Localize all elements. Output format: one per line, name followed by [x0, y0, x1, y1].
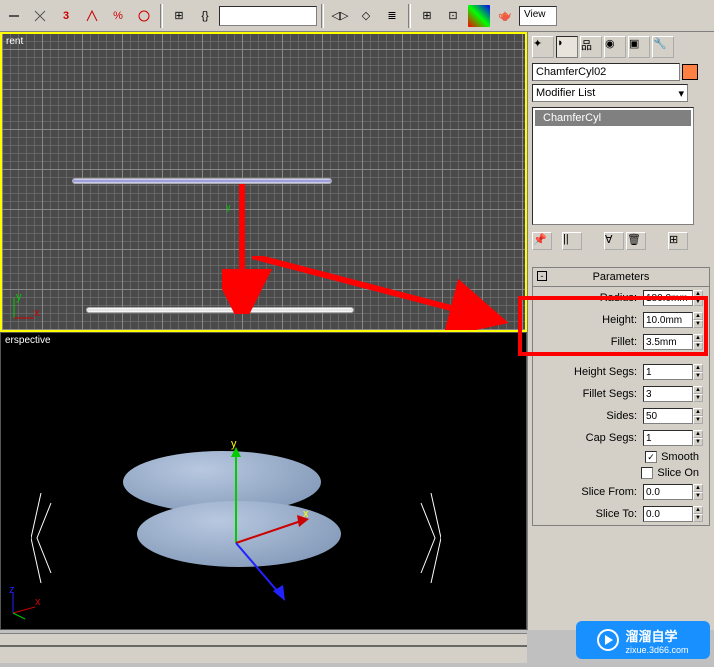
filletsegs-spinner[interactable]: ▲▼ — [693, 386, 703, 402]
radius-label: Radius: — [600, 292, 637, 304]
fillet-label: Fillet: — [611, 336, 637, 348]
command-panel: ✦ ◗ 品 ◉ ▣ 🔧 Modifier List ▾ ChamferCyl 📌 … — [527, 32, 714, 630]
modify-tab-icon[interactable]: ◗ — [556, 36, 578, 58]
utilities-tab-icon[interactable]: 🔧 — [652, 36, 674, 58]
separator — [321, 4, 324, 28]
modifier-list-dropdown[interactable]: Modifier List ▾ — [532, 84, 688, 102]
fillet-spinner[interactable]: ▲▼ — [693, 334, 703, 350]
svg-text:y: y — [231, 438, 237, 450]
heightsegs-spinner[interactable]: ▲▼ — [693, 364, 703, 380]
svg-text:x: x — [34, 307, 40, 319]
sliceto-spinner[interactable]: ▲▼ — [693, 506, 703, 522]
mirror-tool-icon[interactable]: ◁▷ — [328, 4, 352, 28]
separator — [408, 4, 411, 28]
sliceon-label: Slice On — [657, 467, 699, 479]
unlink-icon[interactable] — [28, 4, 52, 28]
named-sel-icon[interactable]: ⊞ — [167, 4, 191, 28]
collapse-icon[interactable]: - — [537, 271, 547, 281]
filletsegs-input[interactable] — [643, 386, 693, 402]
height-input[interactable] — [643, 312, 693, 328]
filletsegs-label: Fillet Segs: — [583, 388, 637, 400]
main-toolbar: 3 % ⊞ {} ◁▷ ◇ ≣ ⊞ ⊡ 🫖 View — [0, 0, 714, 32]
sides-input[interactable] — [643, 408, 693, 424]
slicefrom-spinner[interactable]: ▲▼ — [693, 484, 703, 500]
svg-text:x: x — [35, 596, 41, 608]
smooth-label: Smooth — [661, 451, 699, 463]
sliceto-input[interactable] — [643, 506, 693, 522]
axis-y-icon: y — [226, 202, 231, 212]
rollout-title: Parameters — [593, 271, 650, 283]
separator — [160, 4, 163, 28]
render-setup-icon[interactable]: 🫖 — [493, 4, 517, 28]
selection-set-dropdown[interactable] — [219, 6, 317, 26]
timeline[interactable]: /*ticks*/ — [0, 633, 527, 663]
play-icon — [597, 629, 619, 651]
sides-label: Sides: — [606, 410, 637, 422]
watermark-text2: zixue.3d66.com — [625, 645, 688, 655]
curve-editor-icon[interactable]: ⊞ — [415, 4, 439, 28]
fillet-input[interactable] — [643, 334, 693, 350]
axis-gizmo-tl: yx — [10, 292, 40, 322]
mirror-icon[interactable]: {} — [193, 4, 217, 28]
radius-spinner[interactable]: ▲▼ — [693, 290, 703, 306]
display-tab-icon[interactable]: ▣ — [628, 36, 650, 58]
radius-input[interactable] — [643, 290, 693, 306]
configure-icon[interactable]: ⊞ — [668, 232, 688, 250]
percent-snap-icon[interactable]: % — [106, 4, 130, 28]
make-unique-icon[interactable]: ∀ — [604, 232, 624, 250]
capsegs-input[interactable] — [643, 430, 693, 446]
angle-snap-icon[interactable] — [80, 4, 104, 28]
stack-buttons: 📌 || ∀ 🗑 ⊞ — [532, 232, 710, 250]
viewport-label: rent — [6, 36, 23, 47]
height-label: Height: — [602, 314, 637, 326]
schematic-icon[interactable]: ⊡ — [441, 4, 465, 28]
object-color-swatch[interactable] — [682, 64, 698, 80]
main-area: rent y yx erspective yx zx ✦ ◗ 品 — [0, 32, 714, 630]
object-name-input[interactable] — [532, 63, 680, 81]
height-spinner[interactable]: ▲▼ — [693, 312, 703, 328]
parameters-rollout: - Parameters Radius: ▲▼ Height: ▲▼ Fillet:… — [532, 267, 710, 526]
panel-tabs: ✦ ◗ 品 ◉ ▣ 🔧 — [532, 36, 710, 60]
viewport-perspective[interactable]: erspective y x zx — [0, 332, 527, 630]
object-top-1[interactable] — [72, 178, 332, 184]
capsegs-label: Cap Segs: — [586, 432, 637, 444]
layers-icon[interactable]: ≣ — [380, 4, 404, 28]
svg-text:y: y — [16, 292, 22, 303]
persp-brackets — [31, 493, 441, 583]
spinner-snap-icon[interactable] — [132, 4, 156, 28]
heightsegs-label: Height Segs: — [574, 366, 637, 378]
modifier-list-label: Modifier List — [536, 87, 595, 99]
viewports: rent y yx erspective yx zx — [0, 32, 527, 630]
watermark: 溜溜自学zixue.3d66.com — [576, 621, 710, 659]
link-icon[interactable] — [2, 4, 26, 28]
pin-stack-icon[interactable]: 📌 — [532, 232, 552, 250]
remove-mod-icon[interactable]: 🗑 — [626, 232, 646, 250]
sliceon-checkbox[interactable] — [641, 467, 653, 479]
sliceto-label: Slice To: — [596, 508, 637, 520]
slicefrom-label: Slice From: — [581, 486, 637, 498]
capsegs-spinner[interactable]: ▲▼ — [693, 430, 703, 446]
heightsegs-input[interactable] — [643, 364, 693, 380]
align-icon[interactable]: ◇ — [354, 4, 378, 28]
modifier-stack[interactable]: ChamferCyl — [532, 107, 694, 225]
viewport-label: erspective — [5, 335, 51, 346]
viewport-top[interactable]: rent y yx — [0, 32, 527, 332]
sides-spinner[interactable]: ▲▼ — [693, 408, 703, 424]
show-end-icon[interactable]: || — [562, 232, 582, 250]
stack-item[interactable]: ChamferCyl — [535, 110, 691, 126]
view-label[interactable]: View — [519, 6, 557, 26]
smooth-checkbox[interactable]: ✓ — [645, 451, 657, 463]
chevron-down-icon: ▾ — [678, 87, 684, 100]
hierarchy-tab-icon[interactable]: 品 — [580, 36, 602, 58]
motion-tab-icon[interactable]: ◉ — [604, 36, 626, 58]
snap-toggle-icon[interactable]: 3 — [54, 4, 78, 28]
slicefrom-input[interactable] — [643, 484, 693, 500]
material-editor-icon[interactable] — [467, 4, 491, 28]
watermark-text1: 溜溜自学 — [625, 626, 688, 645]
object-top-2[interactable] — [86, 307, 354, 313]
svg-text:z: z — [9, 587, 15, 596]
create-tab-icon[interactable]: ✦ — [532, 36, 554, 58]
axis-gizmo-bl: zx — [9, 587, 43, 621]
rollout-header[interactable]: - Parameters — [533, 268, 709, 287]
